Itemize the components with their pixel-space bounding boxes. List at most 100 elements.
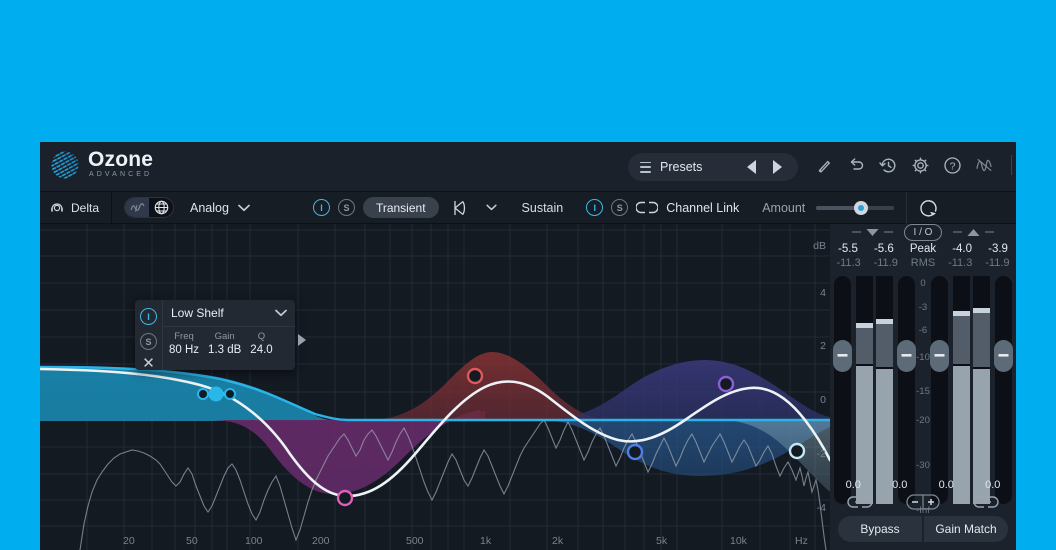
undo-icon[interactable]	[847, 156, 866, 175]
band-type-dropdown[interactable]: Low Shelf	[163, 300, 295, 327]
transient-bypass-button[interactable]: I	[312, 199, 330, 216]
reset-knob-button[interactable]	[906, 191, 940, 224]
input-peak-l: -5.5	[838, 243, 858, 255]
bell-cut-node[interactable]	[336, 489, 354, 507]
amount-slider[interactable]	[816, 200, 895, 215]
gain-value-2[interactable]: 0.0	[892, 479, 907, 491]
hz-tick-1k: 1k	[480, 535, 492, 547]
header-divider	[1011, 155, 1012, 175]
gain-match-button[interactable]: Gain Match	[924, 516, 1008, 542]
curve-shape-dropdown[interactable]	[452, 199, 497, 217]
hz-axis-title: Hz	[795, 535, 808, 547]
band-popup-sidebar: I S ✕	[135, 300, 163, 371]
chevron-down-icon	[238, 204, 250, 211]
band-param-freq[interactable]: Freq 80 Hz	[169, 330, 199, 357]
waveform-icon[interactable]	[125, 198, 150, 217]
preset-next-button[interactable]	[773, 160, 782, 174]
hz-tick-100: 100	[245, 535, 263, 547]
db-axis-title: dB	[813, 240, 826, 252]
channel-link-label[interactable]: Channel Link	[666, 201, 739, 215]
scale-m15: -15	[916, 386, 930, 397]
gain-stepper[interactable]	[906, 494, 940, 510]
band-params: Freq 80 Hz Gain 1.3 dB Q 24.0	[163, 327, 295, 363]
rms-label: RMS	[910, 257, 936, 269]
ozone-plugin-window: Ozone ADVANCED Presets ? Delta Analog I …	[40, 142, 1016, 550]
preset-prev-button[interactable]	[747, 160, 756, 174]
bypass-button[interactable]: Bypass	[838, 516, 922, 542]
presets-menu-icon[interactable]	[640, 161, 651, 173]
transient-solo-button[interactable]: S	[337, 199, 355, 216]
gain-value-1[interactable]: 0.0	[846, 479, 861, 491]
help-icon[interactable]: ?	[943, 156, 962, 175]
amount-slider-knob[interactable]	[853, 200, 868, 215]
input-link-icon[interactable]	[847, 495, 873, 509]
dash-left	[852, 231, 861, 233]
bell-boost-node[interactable]	[466, 367, 484, 385]
band-param-gain[interactable]: Gain 1.3 dB	[208, 330, 241, 357]
gain-value-3[interactable]: 0.0	[939, 479, 954, 491]
freq-value[interactable]: 80 Hz	[169, 343, 199, 357]
amount-slider-fill	[816, 205, 857, 210]
hz-tick-500: 500	[406, 535, 424, 547]
globe-icon[interactable]	[149, 198, 173, 217]
eq-curve-canvas[interactable]	[40, 224, 830, 550]
q-value[interactable]: 24.0	[250, 343, 272, 357]
output-peak-l: -4.0	[952, 243, 973, 255]
pencil-icon[interactable]	[815, 156, 834, 175]
band-popup[interactable]: I S ✕ Low Shelf Freq 80 Hz Gain 1.3 dB Q…	[135, 300, 306, 371]
hz-tick-200: 200	[312, 535, 330, 547]
meter-header-row: I / O	[830, 223, 1016, 241]
scale-m3: -3	[918, 302, 928, 313]
curve-shape-icon	[453, 200, 465, 215]
band-type-label: Low Shelf	[171, 306, 224, 320]
popup-next-arrow[interactable]	[298, 334, 306, 346]
chevron-down-icon	[485, 204, 497, 211]
plus-icon	[927, 499, 934, 505]
close-icon[interactable]: ✕	[142, 356, 155, 371]
ozone-sphere-icon	[51, 151, 79, 178]
high-shelf-node[interactable]	[788, 442, 806, 460]
delta-button[interactable]: Delta	[40, 191, 113, 224]
band-bypass-button[interactable]: I	[140, 308, 157, 325]
ozone-logo: Ozone ADVANCED	[50, 149, 153, 180]
meter-readouts: I / O -5.5 -5.6 Peak -4.0 -3.9 -11.3 -11…	[830, 223, 1016, 276]
gain-value[interactable]: 1.3 dB	[208, 343, 241, 357]
band-solo-button[interactable]: S	[140, 333, 157, 350]
scale-m30: -30	[916, 460, 930, 471]
history-icon[interactable]	[879, 156, 898, 175]
mode-dropdown[interactable]: Analog	[190, 201, 250, 215]
arrow-up-icon	[967, 228, 980, 236]
sustain-bypass-button[interactable]: I	[586, 199, 604, 216]
delta-headphone-icon	[51, 203, 63, 212]
transient-tab[interactable]: Transient	[362, 197, 439, 218]
eq-graph[interactable]: dB 4 2 0 -2 -4 -6 -8 20 50 100 200 500 1…	[40, 224, 830, 550]
scale-m20: -20	[916, 415, 930, 426]
sustain-solo-button[interactable]: S	[611, 199, 629, 216]
high-mid-node[interactable]	[626, 443, 644, 461]
link-controls-row	[830, 494, 1016, 510]
band-param-q[interactable]: Q 24.0	[250, 330, 272, 357]
hz-tick-10k: 10k	[730, 535, 747, 547]
plugin-header: Ozone ADVANCED Presets ?	[40, 142, 1016, 192]
scale-m6: -6	[918, 325, 928, 336]
gain-label: Gain	[214, 331, 235, 342]
output-peak-r: -3.9	[988, 243, 1008, 255]
db-tick-4: 4	[820, 287, 826, 299]
peak-node[interactable]	[717, 375, 735, 393]
sustain-tab[interactable]: Sustain	[522, 201, 564, 215]
view-mode-toggle[interactable]	[124, 197, 175, 218]
chevron-down-icon	[275, 309, 287, 317]
input-rms-l: -11.3	[836, 257, 861, 269]
gain-value-4[interactable]: 0.0	[985, 479, 1000, 491]
meter-footer: 0.0 0.0 0.0 0.0 Bypass Gain Match	[830, 479, 1016, 550]
io-toggle[interactable]: I / O	[904, 223, 942, 241]
delta-label: Delta	[71, 200, 100, 215]
svg-text:?: ?	[950, 160, 956, 172]
channel-link-icon[interactable]	[636, 201, 659, 214]
reset-knob-icon	[920, 199, 937, 216]
gear-icon[interactable]	[911, 156, 930, 175]
db-tick-0: 0	[820, 394, 826, 406]
presets-selector[interactable]: Presets	[628, 153, 798, 181]
low-shelf-node[interactable]	[197, 386, 236, 402]
output-link-icon[interactable]	[973, 495, 999, 509]
